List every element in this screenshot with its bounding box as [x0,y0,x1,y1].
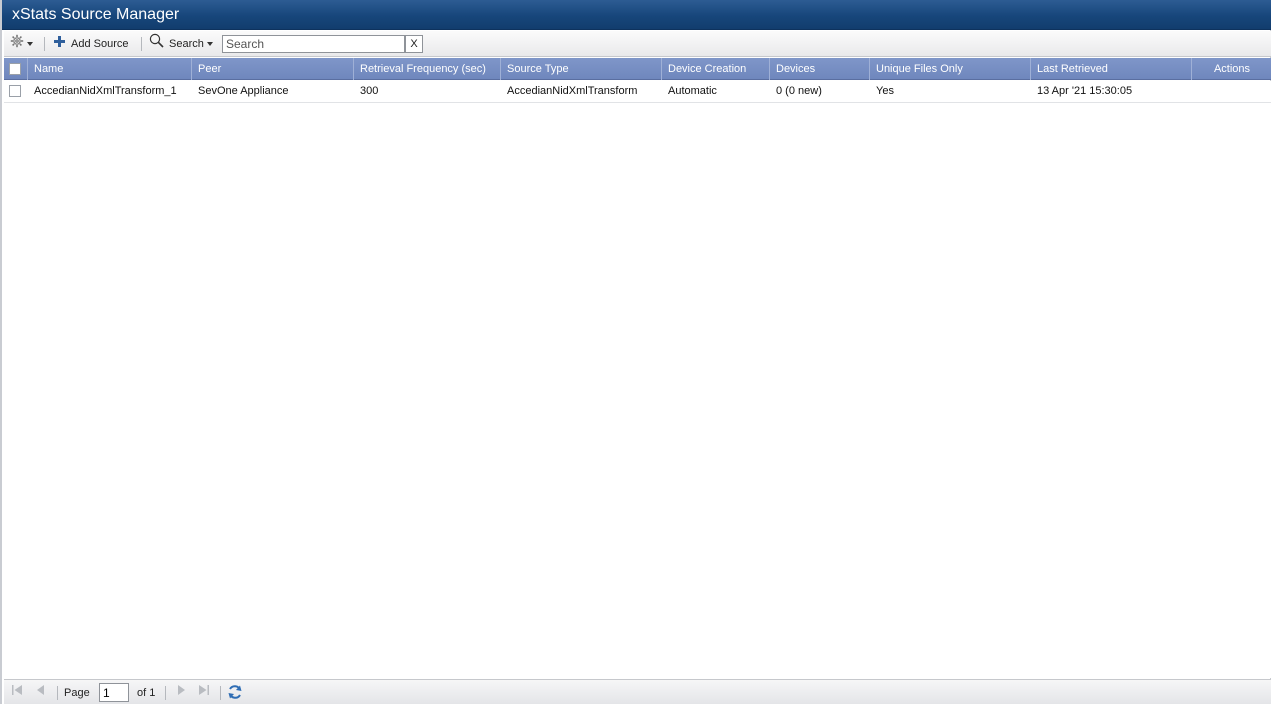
cell-retrieval-frequency: 300 [360,85,379,97]
plus-icon [54,34,65,54]
pager-divider [57,686,58,700]
toolbar-divider [141,37,142,51]
first-page-icon[interactable] [11,684,23,702]
cell-unique-files-only: Yes [876,85,894,97]
column-header-actions[interactable]: Actions [1192,58,1271,80]
last-page-icon[interactable] [198,684,210,702]
table-row[interactable]: AccedianNidXmlTransform_1 SevOne Applian… [4,81,1271,103]
column-header-name[interactable]: Name [28,58,192,80]
cell-source-type: AccedianNidXmlTransform [507,85,638,97]
column-header-retrieval-frequency[interactable]: Retrieval Frequency (sec) [354,58,501,80]
source-manager-window: xStats Source Manager Add Source Search … [0,0,1271,704]
pagination-bar: Page of 1 [4,679,1271,704]
column-header-peer[interactable]: Peer [192,58,354,80]
page-count-label: of 1 [137,687,156,699]
column-header-unique-files-only[interactable]: Unique Files Only [870,58,1031,80]
toolbar: Add Source Search X [4,31,1271,57]
search-menu-label: Search [169,38,204,50]
column-header-devices[interactable]: Devices [770,58,870,80]
table-body: AccedianNidXmlTransform_1 SevOne Applian… [4,81,1271,678]
previous-page-icon[interactable] [35,684,47,702]
search-input[interactable] [222,35,405,53]
row-checkbox[interactable] [9,85,21,98]
pager-divider [165,686,166,700]
page-label: Page [64,687,90,699]
gear-icon [10,34,24,55]
select-all-cell [4,58,28,80]
select-all-checkbox[interactable] [9,63,21,76]
magnifier-icon [149,33,164,55]
page-number-input[interactable] [99,683,129,702]
chevron-down-icon [27,42,33,46]
clear-search-button[interactable]: X [405,35,423,53]
toolbar-divider [44,37,45,51]
cell-last-retrieved: 13 Apr '21 15:30:05 [1037,85,1133,97]
table-header: Name Peer Retrieval Frequency (sec) Sour… [4,58,1271,80]
cell-device-creation: Automatic [668,85,717,97]
add-source-button[interactable]: Add Source [54,34,128,54]
column-header-source-type[interactable]: Source Type [501,58,662,80]
window-title: xStats Source Manager [2,0,1271,30]
add-source-label: Add Source [71,38,129,50]
refresh-icon[interactable] [227,684,243,702]
column-header-device-creation[interactable]: Device Creation [662,58,770,80]
column-header-last-retrieved[interactable]: Last Retrieved [1031,58,1192,80]
cell-name: AccedianNidXmlTransform_1 [34,85,177,97]
cell-actions[interactable] [1192,81,1271,102]
next-page-icon[interactable] [175,684,187,702]
cell-peer: SevOne Appliance [198,85,289,97]
pager-divider [220,686,221,700]
row-select-cell [4,81,28,102]
chevron-down-icon [206,42,213,46]
cell-devices: 0 (0 new) [776,85,822,97]
search-menu-button[interactable]: Search [149,33,213,55]
settings-menu-button[interactable] [10,34,33,54]
